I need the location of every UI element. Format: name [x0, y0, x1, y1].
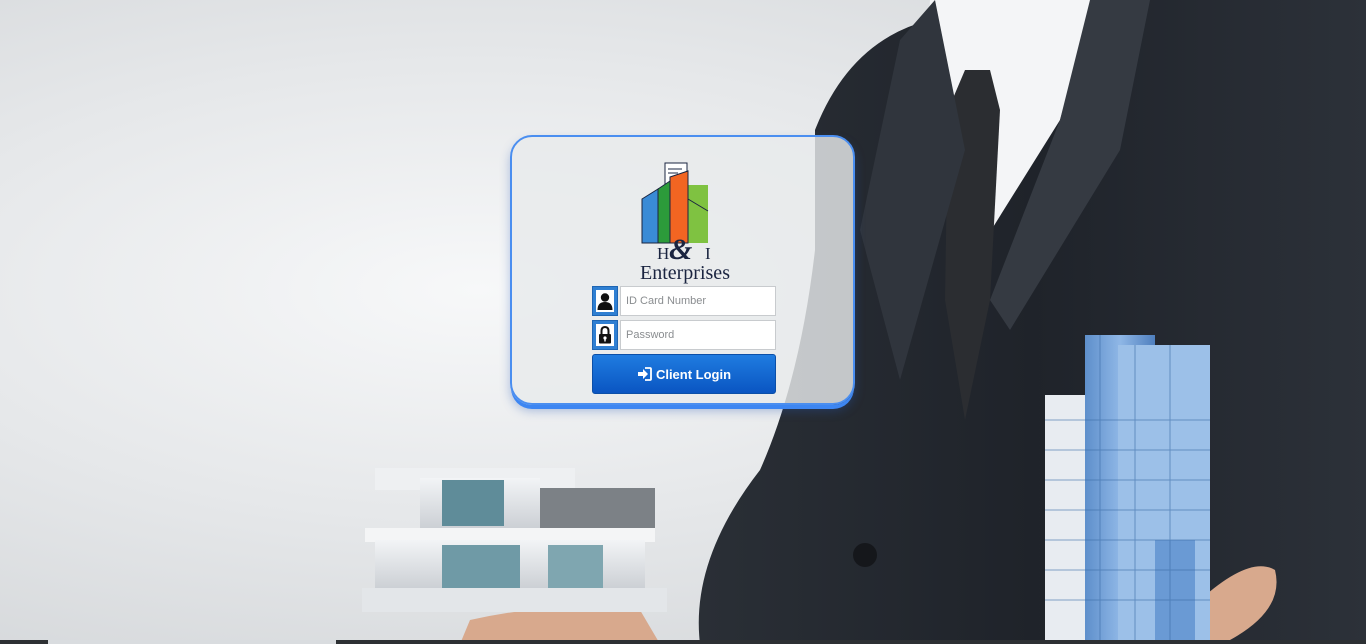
id-card-number-input[interactable] [620, 286, 776, 316]
logo-letter-i: I [705, 244, 711, 263]
password-input[interactable] [620, 320, 776, 350]
id-card-field-group [592, 286, 776, 316]
client-login-label: Client Login [655, 366, 732, 382]
client-login-button[interactable]: Client Login [592, 354, 776, 394]
user-icon [592, 286, 618, 316]
company-logo: H & I Enterprises [630, 159, 740, 285]
bottom-strip [0, 640, 1366, 644]
login-page: H & I Enterprises ID Card Number Client … [0, 0, 1366, 644]
logo-letter-h: H [657, 244, 670, 263]
lock-icon [592, 320, 618, 350]
logo-enterprises-text: Enterprises [640, 262, 730, 284]
sign-in-icon [637, 367, 652, 381]
login-card: H & I Enterprises ID Card Number Client … [510, 135, 855, 405]
password-field-group [592, 320, 776, 350]
